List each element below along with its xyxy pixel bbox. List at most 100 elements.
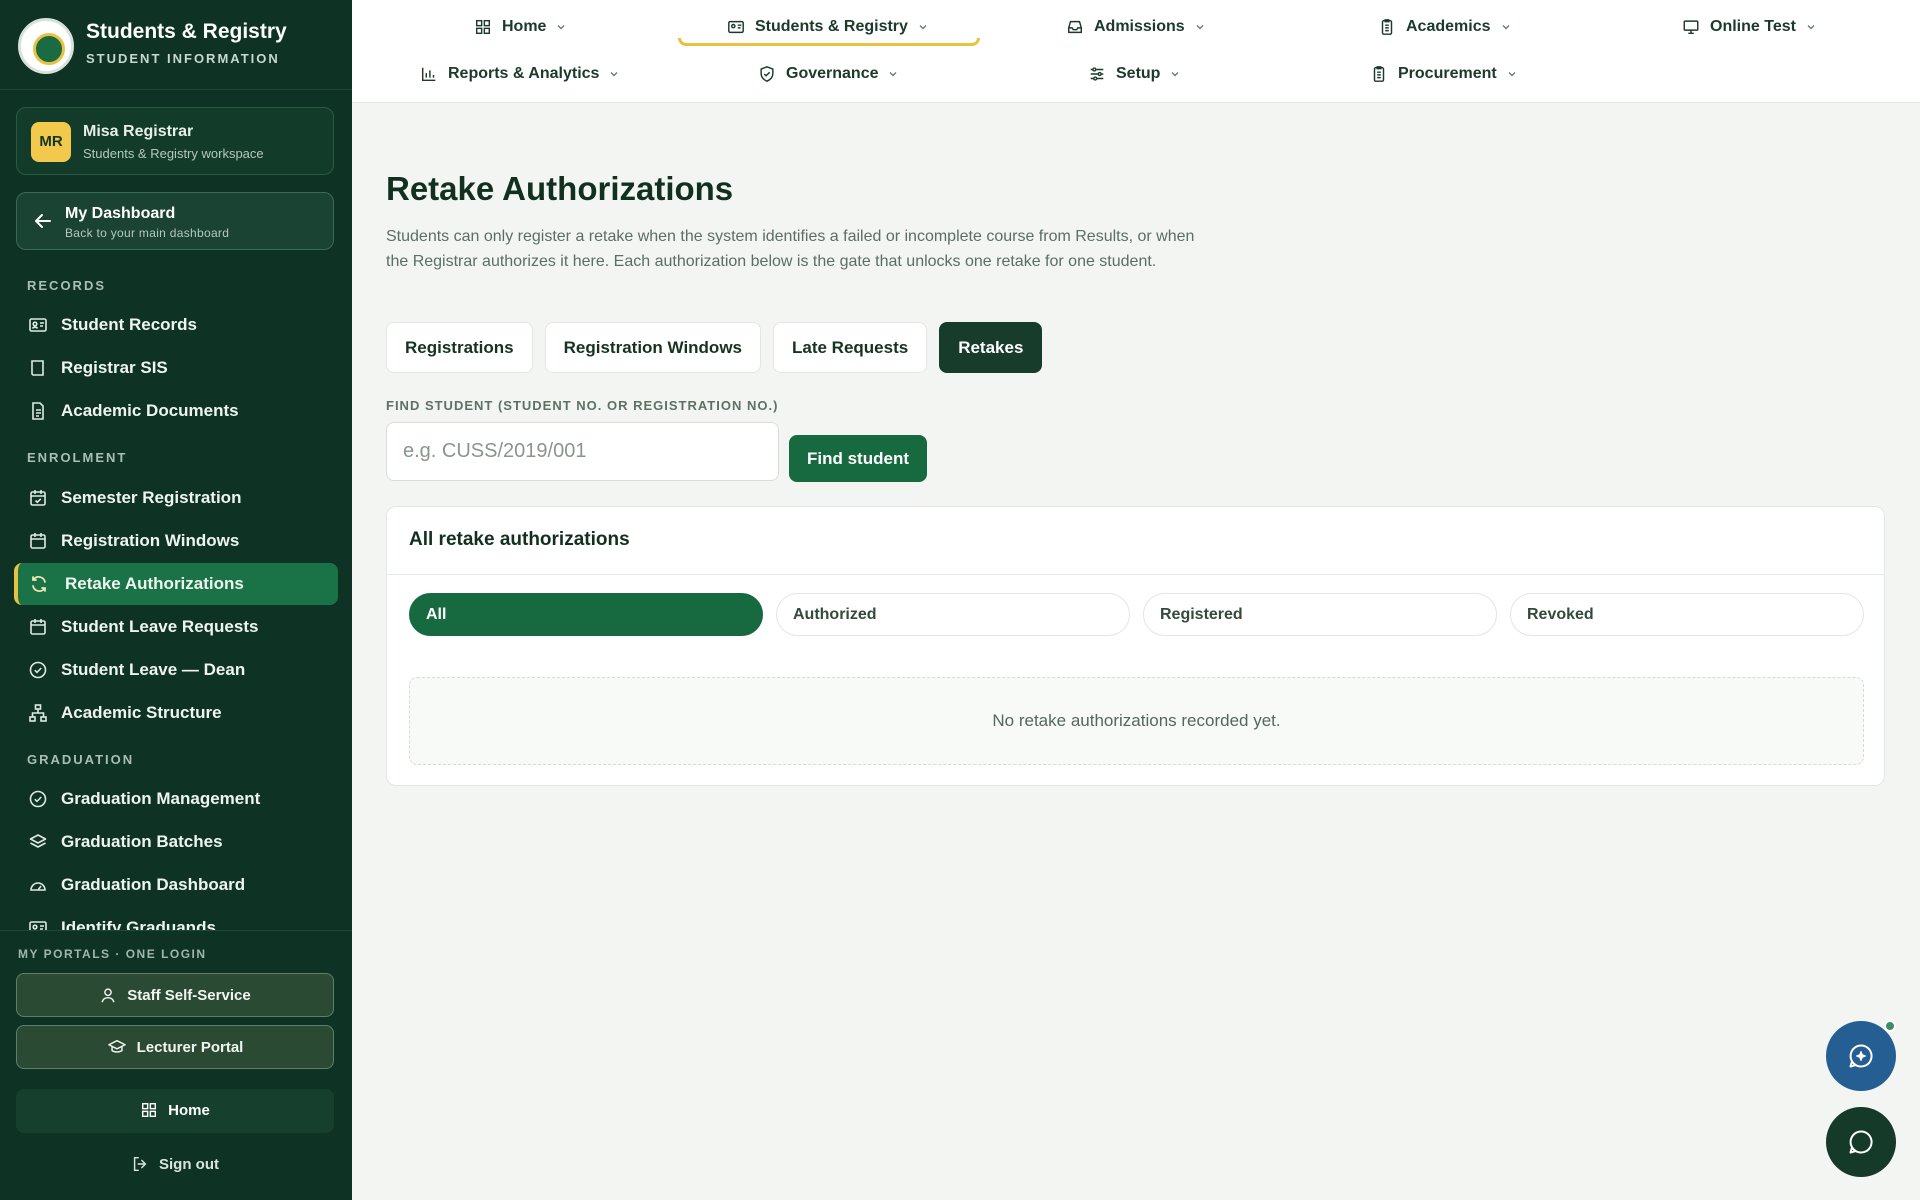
sparkle-chat-icon	[1849, 1044, 1873, 1068]
avatar: MR	[31, 122, 71, 162]
topnav-students-label: Students & Registry	[755, 18, 908, 35]
staff-self-service-button[interactable]: Staff Self-Service	[16, 973, 334, 1017]
brand-header: Students & Registry STUDENT INFORMATION	[0, 0, 352, 90]
sidebar-item-graduation-dashboard[interactable]: Graduation Dashboard	[14, 864, 338, 906]
page-title: Retake Authorizations	[386, 170, 734, 207]
student-search-input[interactable]	[386, 422, 779, 481]
topnav-governance[interactable]: Governance	[758, 60, 898, 88]
tab-registration-windows[interactable]: Registration Windows	[544, 322, 761, 373]
sidebar-item-label: Graduation Batches	[61, 832, 223, 851]
topnav-academics[interactable]: Academics	[1378, 13, 1511, 41]
tab-registrations[interactable]: Registrations	[386, 322, 533, 373]
sidebar-item-label: Retake Authorizations	[65, 574, 244, 593]
ai-assistant-button[interactable]	[1826, 1021, 1896, 1091]
sidebar-item-student-leave-requests[interactable]: Student Leave Requests	[14, 606, 338, 648]
section-label-enrolment: ENROLMENT	[27, 450, 128, 465]
chevron-down-icon	[1508, 72, 1516, 77]
document-icon	[32, 402, 44, 420]
id-card-icon	[728, 20, 744, 34]
portals-label: MY PORTALS · ONE LOGIN	[18, 947, 207, 961]
find-student-button[interactable]: Find student	[789, 435, 927, 482]
topnav-reports-analytics[interactable]: Reports & Analytics	[420, 60, 619, 88]
shield-check-icon	[760, 66, 774, 82]
chevron-down-icon	[919, 25, 927, 30]
chevron-down-icon	[1171, 72, 1179, 77]
layers-icon	[29, 834, 47, 848]
user-card: MR Misa Registrar Students & Registry wo…	[16, 107, 334, 175]
topnav-procurement[interactable]: Procurement	[1370, 60, 1517, 88]
divider	[387, 574, 1884, 575]
sidebar-item-semester-registration[interactable]: Semester Registration	[14, 477, 338, 519]
sidebar-nav[interactable]: RECORDS Student Records Registrar SIS Ac…	[0, 262, 352, 930]
sidebar-item-registrar-sis[interactable]: Registrar SIS	[14, 347, 338, 389]
page-description: Students can only register a retake when…	[386, 228, 1195, 270]
clipboard-icon	[1381, 19, 1393, 35]
calendar-icon	[30, 619, 46, 635]
grid-icon	[475, 19, 491, 35]
book-icon	[31, 360, 44, 376]
home-label: Home	[168, 1101, 210, 1119]
topnav-students-registry[interactable]: Students & Registry	[727, 13, 928, 41]
filter-authorized[interactable]: Authorized	[776, 593, 1130, 636]
topnav-home[interactable]: Home	[474, 13, 566, 41]
staff-self-service-label: Staff Self-Service	[127, 986, 251, 1004]
dashboard-subtitle: Back to your main dashboard	[65, 226, 230, 240]
topnav-admissions[interactable]: Admissions	[1066, 13, 1205, 41]
sidebar-item-student-records[interactable]: Student Records	[14, 304, 338, 346]
calendar-check-icon	[30, 490, 46, 506]
sidebar-item-registration-windows[interactable]: Registration Windows	[14, 520, 338, 562]
topnav-governance-label: Governance	[786, 65, 879, 82]
topnav-setup[interactable]: Setup	[1088, 60, 1180, 88]
section-label-graduation: GRADUATION	[27, 752, 135, 767]
refresh-icon	[32, 576, 46, 592]
sidebar-item-academic-documents[interactable]: Academic Documents	[14, 390, 338, 432]
sign-out-label: Sign out	[159, 1155, 219, 1173]
sidebar-item-label: Graduation Dashboard	[61, 875, 246, 894]
module-title: Students & Registry	[86, 20, 287, 43]
chevron-down-icon	[1196, 25, 1204, 30]
card-title: All retake authorizations	[409, 529, 630, 550]
sign-out-icon	[133, 1156, 147, 1172]
sidebar-item-identify-graduands[interactable]: Identify Graduands	[14, 907, 338, 930]
dashboard-title: My Dashboard	[65, 205, 176, 222]
lecturer-portal-label: Lecturer Portal	[136, 1038, 244, 1056]
chat-button[interactable]	[1826, 1107, 1896, 1177]
filter-registered[interactable]: Registered	[1143, 593, 1497, 636]
user-workspace: Students & Registry workspace	[83, 146, 264, 161]
topnav-reports-label: Reports & Analytics	[448, 65, 600, 82]
retake-authorizations-card: All retake authorizations All Authorized…	[386, 506, 1885, 786]
my-dashboard-button[interactable]: My Dashboard Back to your main dashboard	[16, 192, 334, 250]
module-subtitle: STUDENT INFORMATION	[86, 51, 280, 66]
sidebar-item-graduation-batches[interactable]: Graduation Batches	[14, 821, 338, 863]
chevron-down-icon	[889, 72, 897, 77]
sidebar-item-graduation-management[interactable]: Graduation Management	[14, 778, 338, 820]
grid-icon	[142, 1102, 157, 1118]
filter-revoked[interactable]: Revoked	[1510, 593, 1864, 636]
sidebar-item-academic-structure[interactable]: Academic Structure	[14, 692, 338, 734]
monitor-icon	[1683, 20, 1699, 35]
topnav-procurement-label: Procurement	[1398, 65, 1497, 82]
university-logo	[18, 18, 74, 74]
filter-all[interactable]: All	[409, 593, 763, 636]
topnav-setup-label: Setup	[1116, 65, 1161, 82]
bar-chart-icon	[421, 67, 436, 82]
lecturer-portal-button[interactable]: Lecturer Portal	[16, 1025, 334, 1069]
sidebar-item-student-leave-dean[interactable]: Student Leave — Dean	[14, 649, 338, 691]
tab-retakes[interactable]: Retakes	[939, 322, 1043, 373]
sidebar-home-button[interactable]: Home	[16, 1089, 334, 1133]
check-circle-icon	[29, 790, 47, 808]
id-card-icon	[29, 318, 47, 332]
top-navigation: Home Students & Registry Admissions Acad…	[352, 0, 1920, 103]
sign-out-button[interactable]: Sign out	[16, 1143, 334, 1187]
topnav-online-test[interactable]: Online Test	[1682, 13, 1816, 41]
inbox-icon	[1067, 20, 1083, 34]
calendar-icon	[30, 533, 46, 549]
sidebar-item-label: Registration Windows	[61, 531, 240, 550]
topnav-active-indicator	[678, 38, 980, 46]
chevron-down-icon	[1807, 25, 1815, 30]
hierarchy-icon	[29, 704, 47, 722]
sliders-icon	[1090, 67, 1104, 81]
tab-late-requests[interactable]: Late Requests	[773, 322, 928, 373]
sidebar-item-label: Academic Documents	[61, 401, 239, 420]
sidebar-item-retake-authorizations[interactable]: Retake Authorizations	[14, 563, 338, 605]
